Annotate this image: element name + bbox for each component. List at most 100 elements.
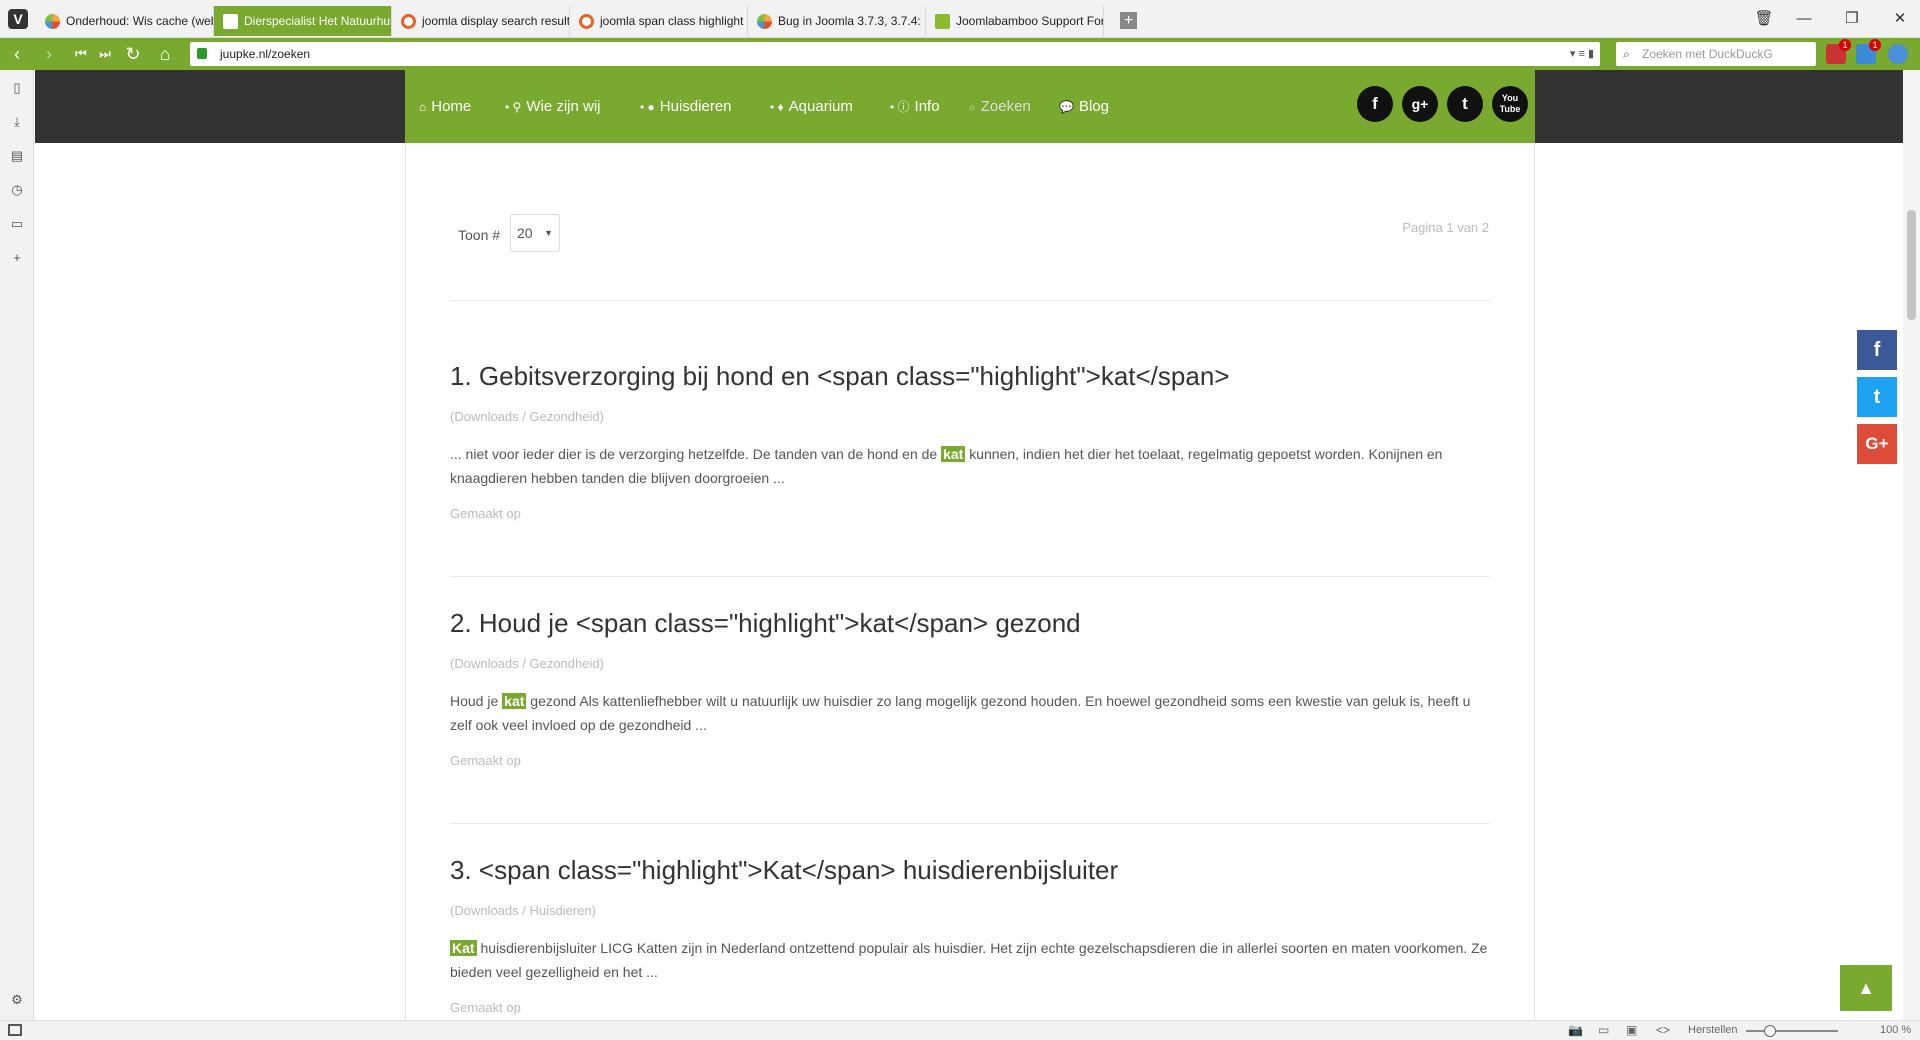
url-input[interactable]: juupke.nl/zoeken ▾ ≡ ▮ xyxy=(190,42,1600,66)
extension-icon[interactable]: 1 xyxy=(1856,39,1881,64)
extension-icon[interactable]: 1 xyxy=(1826,39,1851,64)
google-icon xyxy=(401,14,416,29)
back-icon[interactable]: ‹ xyxy=(4,42,30,66)
github-icon: • ● xyxy=(640,100,655,114)
result-title-link[interactable]: 1. Gebitsverzorging bij hond en <span cl… xyxy=(450,361,1229,392)
search-icon: ⌕ xyxy=(1623,47,1630,61)
result-date: Gemaakt op xyxy=(450,1000,521,1015)
youtube-icon[interactable]: You Tube xyxy=(1492,86,1528,122)
result-date: Gemaakt op xyxy=(450,753,521,768)
tab-joomla-span-class[interactable]: joomla span class highlight xyxy=(570,6,748,36)
tab-label: joomla span class highlight xyxy=(600,14,744,28)
share-googleplus-button[interactable]: G+ xyxy=(1857,424,1897,464)
house-icon xyxy=(223,14,238,29)
lock-icon xyxy=(197,48,207,59)
side-panel: ▯ ⤓ ▤ ◷ ▭ + ⚙ xyxy=(0,70,34,1020)
window-icon[interactable]: ▭ xyxy=(9,216,25,232)
tab-label: joomla display search result xyxy=(422,14,570,28)
rewind-icon[interactable]: ⏮ xyxy=(68,42,94,66)
comment-icon: 💬 xyxy=(1059,100,1074,114)
camera-icon[interactable]: 📷 xyxy=(1568,1023,1583,1037)
pagination-counter: Pagina 1 van 2 xyxy=(1402,220,1489,235)
result-title-link[interactable]: 2. Houd je <span class="highlight">kat</… xyxy=(450,608,1081,639)
result-snippet: Houd je kat gezond Als kattenliefhebber … xyxy=(450,693,1471,733)
tab-joomlabamboo[interactable]: Joomlabamboo Support For xyxy=(926,6,1104,36)
settings-icon[interactable]: ⚙ xyxy=(9,992,25,1008)
zoom-slider-handle[interactable] xyxy=(1764,1025,1776,1037)
menu-item-home[interactable]: ⌂ Home xyxy=(419,96,471,118)
info-icon: • ⓘ xyxy=(890,100,910,114)
close-button[interactable]: ✕ xyxy=(1882,7,1918,31)
result-category: (Downloads / Gezondheid) xyxy=(450,656,604,671)
minimize-button[interactable]: — xyxy=(1786,7,1822,31)
water-drop-icon: • ♦ xyxy=(770,100,784,114)
menu-item-aquarium[interactable]: • ♦ Aquarium xyxy=(770,96,853,118)
address-bar: ‹ › ⏮ ⏭ ↻ ⌂ juupke.nl/zoeken ▾ ≡ ▮ ⌕ Zoe… xyxy=(0,38,1920,70)
menu-item-zoeken[interactable]: ⌕ Zoeken xyxy=(969,96,1031,118)
tab-label: Joomlabamboo Support For xyxy=(956,14,1104,28)
reset-zoom-button[interactable]: Herstellen xyxy=(1688,1024,1738,1036)
result-category: (Downloads / Huisdieren) xyxy=(450,903,596,918)
divider xyxy=(450,576,1490,577)
vivaldi-menu-button[interactable]: V xyxy=(8,9,28,29)
notes-icon[interactable]: ▤ xyxy=(9,148,25,164)
divider xyxy=(450,300,1490,301)
code-icon[interactable]: <> xyxy=(1656,1023,1670,1037)
search-highlight: Kat xyxy=(450,940,477,956)
search-engine-input[interactable]: ⌕ Zoeken met DuckDuckG xyxy=(1616,42,1816,66)
tab-bug-joomla[interactable]: Bug in Joomla 3.7.3, 3.7.4: H xyxy=(748,6,926,36)
url-text: juupke.nl/zoeken xyxy=(220,47,311,61)
result-title-link[interactable]: 3. <span class="highlight">Kat</span> hu… xyxy=(450,855,1118,886)
reload-icon[interactable]: ↻ xyxy=(120,42,146,66)
new-tab-button[interactable]: + xyxy=(1120,12,1137,29)
forward-icon[interactable]: › xyxy=(36,42,62,66)
extension-icon[interactable] xyxy=(1888,44,1908,64)
google-icon xyxy=(579,14,594,29)
panel-toggle-icon[interactable] xyxy=(8,1024,22,1036)
image-icon[interactable]: ▣ xyxy=(1626,1023,1637,1037)
share-facebook-button[interactable]: f xyxy=(1857,330,1897,370)
user-icon: • ⚲ xyxy=(505,100,522,114)
tab-joomla-display-search[interactable]: joomla display search result xyxy=(392,6,570,36)
result-date: Gemaakt op xyxy=(450,506,521,521)
menu-item-blog[interactable]: 💬 Blog xyxy=(1059,96,1109,118)
scrollbar[interactable] xyxy=(1903,70,1920,1020)
zoom-slider[interactable] xyxy=(1746,1030,1838,1032)
history-icon[interactable]: ◷ xyxy=(9,182,25,198)
tab-label: Dierspecialist Het Natuurhui xyxy=(244,14,392,28)
scrollbar-thumb[interactable] xyxy=(1907,210,1916,320)
fast-forward-icon[interactable]: ⏭ xyxy=(92,42,118,66)
share-twitter-button[interactable]: t xyxy=(1857,377,1897,417)
google-plus-icon[interactable]: g+ xyxy=(1402,86,1438,122)
facebook-icon[interactable]: f xyxy=(1357,86,1393,122)
menu-item-wie-zijn-wij[interactable]: • ⚲ Wie zijn wij xyxy=(505,96,601,118)
tab-label: Onderhoud: Wis cache (web xyxy=(66,14,214,28)
add-panel-icon[interactable]: + xyxy=(9,250,25,266)
bookmarks-icon[interactable]: ▯ xyxy=(9,80,25,96)
joomla-icon xyxy=(45,14,60,29)
trash-icon[interactable]: 🗑 xyxy=(1746,7,1782,31)
content-area: Pagina 1 van 2 Toon # 20 ▼ 1. Gebitsverz… xyxy=(405,143,1535,1020)
search-icon: ⌕ xyxy=(969,100,976,114)
menu-item-info[interactable]: • ⓘ Info xyxy=(890,96,940,118)
search-placeholder: Zoeken met DuckDuckG xyxy=(1642,47,1773,61)
page-viewport: ⌂ Home • ⚲ Wie zijn wij • ● Huisdieren • ♦ A… xyxy=(35,70,1903,1020)
tile-icon[interactable]: ▭ xyxy=(1598,1023,1609,1037)
bookmark-icon[interactable]: ▾ ≡ ▮ xyxy=(1570,42,1594,66)
main-menu: ⌂ Home • ⚲ Wie zijn wij • ● Huisdieren • ♦ A… xyxy=(405,70,1535,143)
tab-dierspecialist[interactable]: Dierspecialist Het Natuurhui xyxy=(214,6,392,36)
home-icon[interactable]: ⌂ xyxy=(152,42,178,66)
twitter-icon[interactable]: t xyxy=(1447,86,1483,122)
result-category: (Downloads / Gezondheid) xyxy=(450,409,604,424)
divider xyxy=(450,823,1490,824)
menu-item-huisdieren[interactable]: • ● Huisdieren xyxy=(640,96,732,118)
display-count-select[interactable]: 20 ▼ xyxy=(510,214,560,252)
tab-onderhoud[interactable]: Onderhoud: Wis cache (web xyxy=(36,6,214,36)
zoom-level: 100 % xyxy=(1880,1024,1912,1036)
download-icon[interactable]: ⤓ xyxy=(9,114,25,130)
display-count-label: Toon # xyxy=(458,227,501,243)
chevron-down-icon: ▼ xyxy=(544,228,553,238)
restore-button[interactable]: ❐ xyxy=(1834,7,1870,31)
result-snippet: ... niet voor ieder dier is de verzorgin… xyxy=(450,446,1443,486)
back-to-top-button[interactable]: ▲ xyxy=(1840,965,1892,1011)
